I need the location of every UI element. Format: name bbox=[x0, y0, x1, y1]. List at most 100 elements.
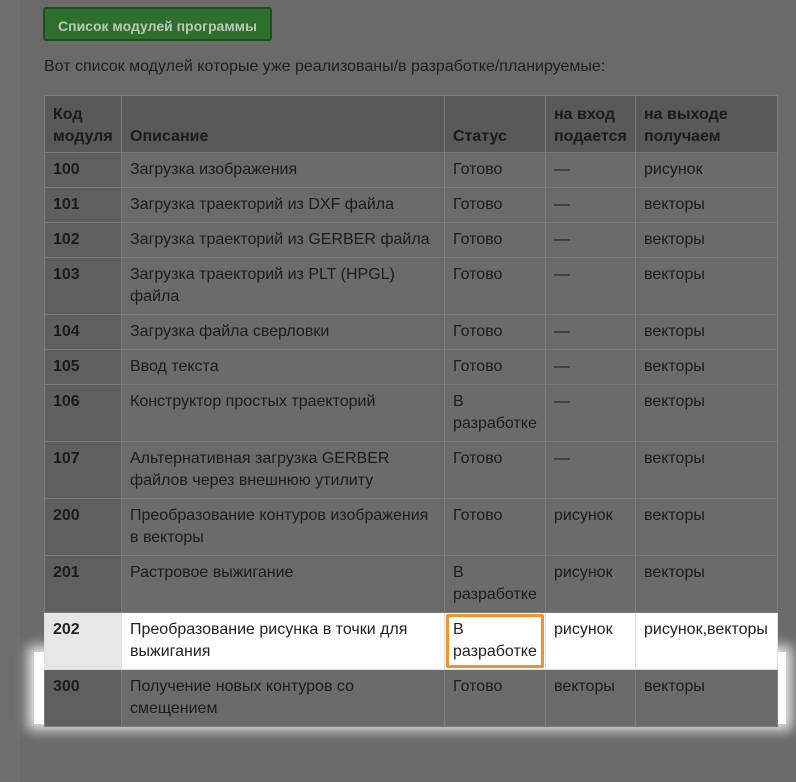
description-text: Конструктор простых траекторий bbox=[130, 393, 376, 410]
cell-output: векторы bbox=[635, 349, 778, 385]
cell-input: — bbox=[545, 257, 636, 315]
cell-output: векторы bbox=[635, 555, 778, 613]
code-text: 103 bbox=[53, 266, 80, 283]
output-text: рисунок,векторы bbox=[644, 621, 768, 638]
output-text: векторы bbox=[644, 450, 705, 467]
cell-status: Готово bbox=[444, 498, 546, 556]
cell-description: Конструктор простых траекторий bbox=[121, 384, 445, 442]
cell-code: 103 bbox=[44, 257, 122, 315]
cell-code: 104 bbox=[44, 314, 122, 350]
status-text: Готово bbox=[453, 450, 503, 467]
cell-input: — bbox=[545, 441, 636, 499]
cell-output: векторы bbox=[635, 384, 778, 442]
description-text: Загрузка траекторий из GERBER файла bbox=[130, 231, 430, 248]
cell-input: — bbox=[545, 349, 636, 385]
cell-status: Готово bbox=[444, 441, 546, 499]
cell-description: Загрузка траекторий из DXF файла bbox=[121, 187, 445, 223]
intro-text: Вот список модулей которые уже реализова… bbox=[44, 58, 606, 75]
cell-code: 105 bbox=[44, 349, 122, 385]
cell-status: Готово bbox=[444, 349, 546, 385]
table-row: 201 Растровое выжигание В разработке рисуно… bbox=[44, 555, 778, 613]
input-text: — bbox=[554, 393, 570, 410]
header-output: на выходе получаем bbox=[635, 95, 778, 153]
output-text: векторы bbox=[644, 564, 705, 581]
cell-status: Готово bbox=[444, 257, 546, 315]
cell-code: 300 bbox=[44, 669, 122, 727]
status-text: Готово bbox=[453, 358, 503, 375]
cell-output: векторы bbox=[635, 498, 778, 556]
cell-input: — bbox=[545, 187, 636, 223]
input-text: — bbox=[554, 358, 570, 375]
code-text: 106 bbox=[53, 393, 80, 410]
cell-input: — bbox=[545, 314, 636, 350]
cell-code: 100 bbox=[44, 152, 122, 188]
cell-output: векторы bbox=[635, 441, 778, 499]
code-text: 102 bbox=[53, 231, 80, 248]
cell-description: Загрузка изображения bbox=[121, 152, 445, 188]
output-text: векторы bbox=[644, 507, 705, 524]
code-text: 100 bbox=[53, 161, 80, 178]
input-text: — bbox=[554, 231, 570, 248]
status-text: Готово bbox=[453, 196, 503, 213]
cell-description: Альтернативная загрузка GERBER файлов че… bbox=[121, 441, 445, 499]
output-text: рисунок bbox=[644, 161, 703, 178]
table-row: 103 Загрузка траекторий из PLT (HPGL) фай… bbox=[44, 257, 778, 315]
description-text: Преобразование контуров изображения в ве… bbox=[130, 507, 429, 546]
code-text: 201 bbox=[53, 564, 80, 581]
cell-output: векторы bbox=[635, 187, 778, 223]
cell-input: рисунок bbox=[545, 555, 636, 613]
cell-description: Загрузка файла сверловки bbox=[121, 314, 445, 350]
table-row: 107 Альтернативная загрузка GERBER файлов… bbox=[44, 441, 778, 499]
cell-description: Загрузка траекторий из PLT (HPGL) файла bbox=[121, 257, 445, 315]
status-text: Готово bbox=[453, 231, 503, 248]
cell-output: рисунок,векторы bbox=[635, 612, 778, 670]
header-code: Код модуля bbox=[44, 95, 122, 153]
description-text: Загрузка траекторий из PLT (HPGL) файла bbox=[130, 266, 395, 305]
table-row: 100 Загрузка изображения Готово — рисунок bbox=[44, 152, 778, 188]
module-list-button[interactable]: Список модулей программы bbox=[43, 7, 272, 41]
description-text: Загрузка траекторий из DXF файла bbox=[130, 196, 395, 213]
cell-description: Загрузка траекторий из GERBER файла bbox=[121, 222, 445, 258]
cell-description: Растровое выжигание bbox=[121, 555, 445, 613]
status-text: В разработке bbox=[453, 621, 537, 660]
cell-status: Готово bbox=[444, 222, 546, 258]
code-text: 202 bbox=[53, 621, 80, 638]
code-text: 107 bbox=[53, 450, 80, 467]
table-row: 102 Загрузка траекторий из GERBER файла Го… bbox=[44, 222, 778, 258]
description-text: Альтернативная загрузка GERBER файлов че… bbox=[130, 450, 390, 489]
cell-description: Преобразование контуров изображения в ве… bbox=[121, 498, 445, 556]
input-text: — bbox=[554, 161, 570, 178]
cell-input: рисунок bbox=[545, 498, 636, 556]
header-description: Описание bbox=[121, 95, 445, 153]
cell-input: — bbox=[545, 222, 636, 258]
output-text: векторы bbox=[644, 196, 705, 213]
cell-output: векторы bbox=[635, 222, 778, 258]
modules-table: Код модуля Описание Статус на вход подае… bbox=[44, 95, 778, 727]
cell-status: Готово bbox=[444, 669, 546, 727]
cell-output: векторы bbox=[635, 314, 778, 350]
cell-status: Готово bbox=[444, 314, 546, 350]
table-row: 200 Преобразование контуров изображения в… bbox=[44, 498, 778, 556]
cell-code: 202 bbox=[44, 612, 122, 670]
cell-output: векторы bbox=[635, 669, 778, 727]
table-row: 104 Загрузка файла сверловки Готово — вектор… bbox=[44, 314, 778, 350]
cell-input: — bbox=[545, 152, 636, 188]
table-row: 106 Конструктор простых траекторий В разра… bbox=[44, 384, 778, 442]
cell-description: Получение новых контуров со смещением bbox=[121, 669, 445, 727]
cell-code: 106 bbox=[44, 384, 122, 442]
description-text: Загрузка изображения bbox=[130, 161, 298, 178]
output-text: векторы bbox=[644, 323, 705, 340]
status-text: Готово bbox=[453, 323, 503, 340]
status-text: В разработке bbox=[453, 564, 537, 603]
description-text: Получение новых контуров со смещением bbox=[130, 678, 354, 717]
cell-code: 107 bbox=[44, 441, 122, 499]
cell-output: рисунок bbox=[635, 152, 778, 188]
table-row: 202 Преобразование рисунка в точки для вы… bbox=[44, 612, 778, 670]
cell-input: векторы bbox=[545, 669, 636, 727]
input-text: рисунок bbox=[554, 564, 613, 581]
status-text: Готово bbox=[453, 266, 503, 283]
cell-input: рисунок bbox=[545, 612, 636, 670]
code-text: 101 bbox=[53, 196, 80, 213]
code-text: 104 bbox=[53, 323, 80, 340]
cell-status: В разработке bbox=[444, 555, 546, 613]
